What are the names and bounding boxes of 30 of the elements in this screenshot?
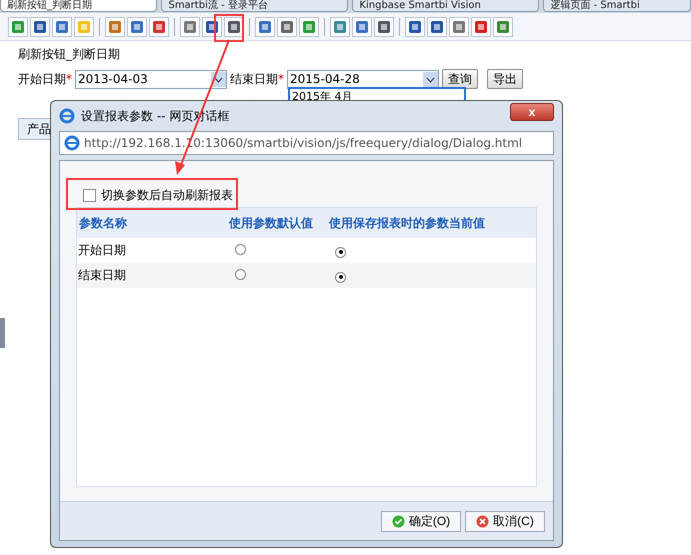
side-handle[interactable] <box>0 318 5 348</box>
highlight-frame <box>214 14 244 42</box>
field-label: 结束日期* <box>230 70 284 88</box>
radio-button[interactable] <box>335 272 346 283</box>
field-label: 开始日期* <box>18 70 72 88</box>
radio-button[interactable] <box>335 246 346 258</box>
table-cell-text: 开始日期 <box>77 242 127 259</box>
check-icon <box>392 514 405 528</box>
date-field[interactable]: 2013-04-03 <box>75 70 227 88</box>
query-button[interactable]: 查询 <box>442 69 478 89</box>
close-button[interactable]: x <box>510 103 554 121</box>
cross-icon <box>476 514 490 528</box>
report-title: 刷新按钮_判断日期 <box>18 46 121 63</box>
checkbox[interactable] <box>83 188 96 202</box>
browser-logo-icon <box>64 135 80 151</box>
column-header: 使用参数默认值 <box>228 214 314 232</box>
table-cell-text: 结束日期 <box>77 267 127 284</box>
dropdown-icon[interactable] <box>423 72 438 86</box>
browser-logo-icon <box>59 108 75 124</box>
export-button[interactable]: 导出 <box>487 69 523 89</box>
ok-button[interactable]: 确定(O) <box>381 510 461 532</box>
radio-button[interactable] <box>235 268 246 280</box>
browser-tab[interactable]: 逻辑页面 - Smartbi <box>543 0 691 12</box>
cancel-button[interactable]: 取消(C) <box>465 510 545 532</box>
checkbox-label: 切换参数后自动刷新报表 <box>101 186 233 204</box>
browser-tab[interactable]: Kingbase Smartbi Vision <box>352 0 540 12</box>
column-header: 参数名称 <box>78 214 128 232</box>
radio-button[interactable] <box>235 244 246 254</box>
date-field[interactable]: 2015-04-28 <box>287 70 439 88</box>
column-header: 使用保存报表时的参数当前值 <box>328 214 486 232</box>
